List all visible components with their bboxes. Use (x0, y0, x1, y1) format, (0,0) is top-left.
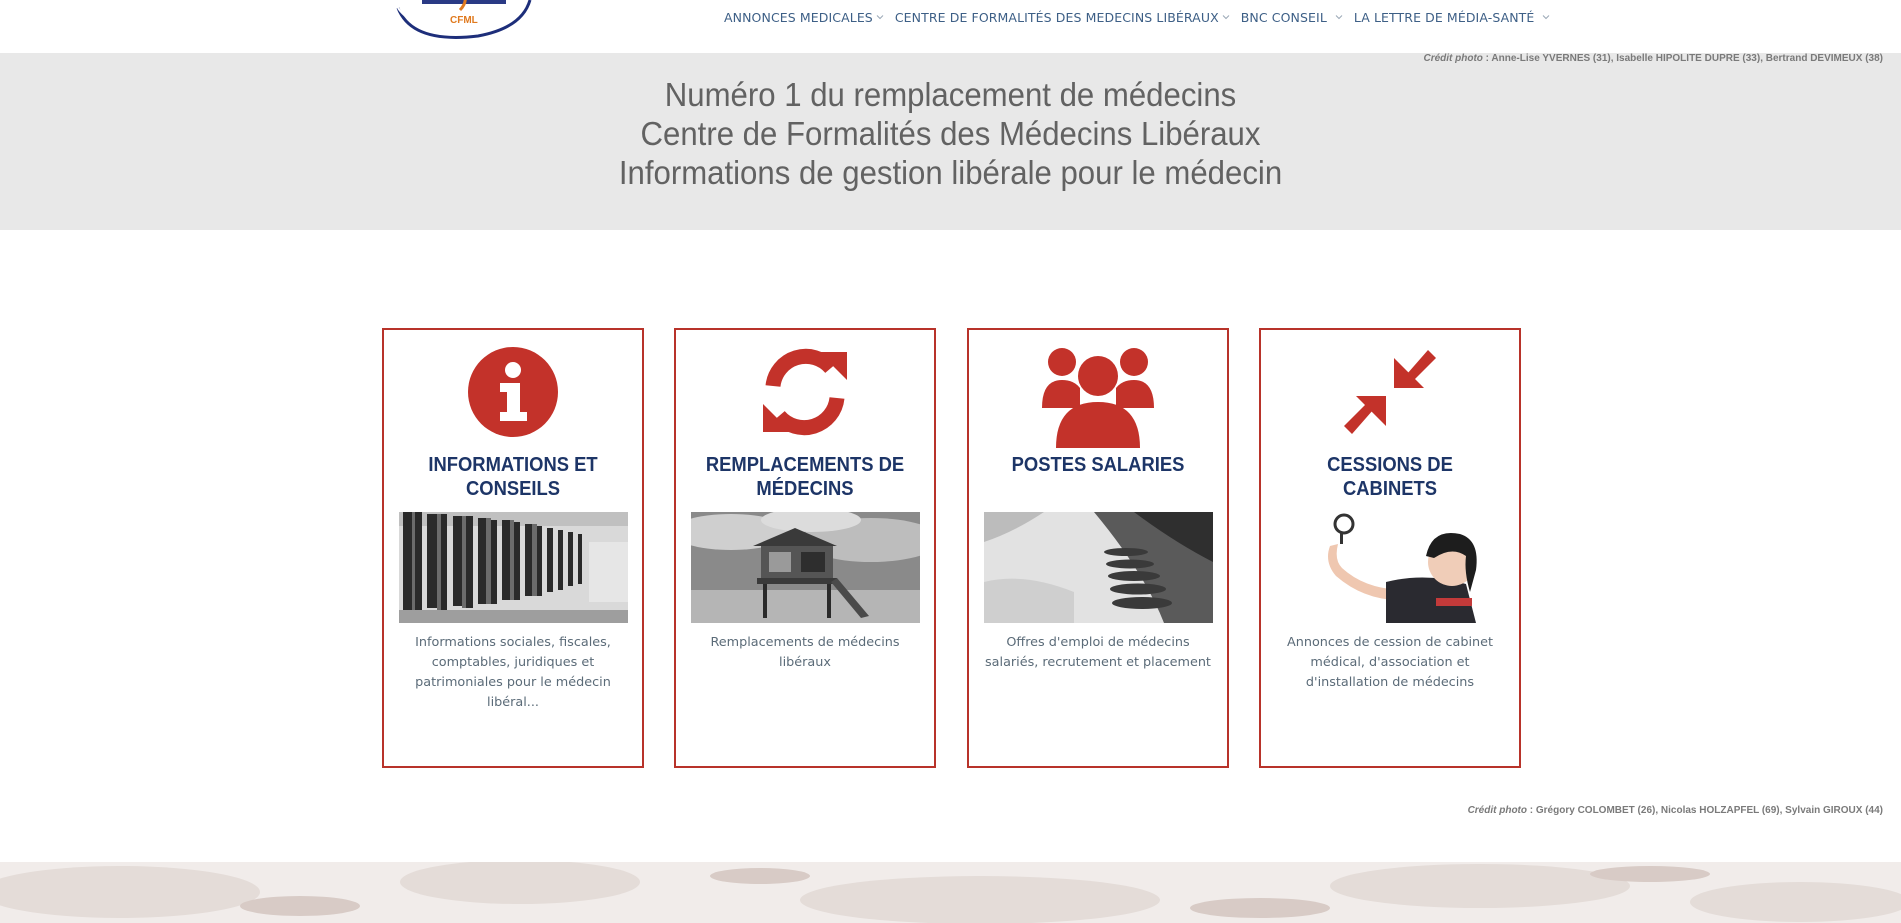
compress-arrows-icon (1261, 346, 1519, 446)
nav-bnc-conseil[interactable]: BNC CONSEIL (1241, 10, 1343, 25)
card-title[interactable]: REMPLACEMENTS DE MÉDECINS (696, 453, 915, 501)
chevron-down-icon (1542, 13, 1550, 21)
nav-annonces-medicales[interactable]: ANNONCES MEDICALES (724, 10, 884, 25)
info-icon (384, 346, 642, 446)
hero-line-1: Numéro 1 du remplacement de médecins (664, 77, 1237, 114)
hero-headline: Numéro 1 du remplacement de médecins Cen… (0, 76, 1901, 193)
hero-photo-credit: Crédit photo : Anne-Lise YVERNES (31), I… (1423, 53, 1883, 64)
card-description: Annonces de cession de cabinet médical, … (1286, 635, 1494, 690)
nav-label: ANNONCES MEDICALES (724, 10, 873, 25)
card-description: Informations sociales, fiscales, comptab… (415, 635, 611, 710)
main-nav: ANNONCES MEDICALES CENTRE DE FORMALITÉS … (724, 10, 1561, 25)
credit-text: : Grégory COLOMBET (26), Nicolas HOLZAPF… (1527, 805, 1883, 816)
users-icon (969, 346, 1227, 448)
chevron-down-icon (876, 13, 884, 21)
card-postes-salaries[interactable]: POSTES SALARIES Offres d'emploi de médec… (967, 328, 1229, 768)
card-description: Offres d'emploi de médecins salariés, re… (985, 635, 1211, 670)
hero-banner: Crédit photo : Anne-Lise YVERNES (31), I… (0, 53, 1901, 230)
chevron-down-icon (1222, 13, 1230, 21)
nav-lettre-media-sante[interactable]: LA LETTRE DE MÉDIA-SANTÉ (1354, 10, 1551, 25)
site-header: CFML ANNONCES MEDICALES CENTRE DE FORMAL… (0, 0, 1901, 53)
credit-text: : Anne-Lise YVERNES (31), Isabelle HIPOL… (1482, 53, 1883, 64)
logo-text: CFML (450, 15, 478, 26)
lifeguard-tower-photo[interactable] (691, 512, 920, 623)
refresh-icon (676, 346, 934, 446)
boats-river-photo[interactable] (984, 512, 1213, 623)
archive-shelves-photo[interactable] (399, 512, 628, 623)
card-remplacements-medecins[interactable]: REMPLACEMENTS DE MÉDECINS Remplacements … (674, 328, 936, 768)
card-title[interactable]: INFORMATIONS ET CONSEILS (404, 453, 623, 501)
footer-background-image (0, 862, 1901, 923)
feature-cards: INFORMATIONS ET CONSEILS Informations so… (382, 328, 1522, 768)
card-description: Remplacements de médecins libéraux (710, 635, 900, 670)
chevron-down-icon (1335, 13, 1343, 21)
hero-line-2: Centre de Formalités des Médecins Libéra… (640, 116, 1261, 153)
hero-line-3: Informations de gestion libérale pour le… (618, 155, 1283, 192)
card-title[interactable]: POSTES SALARIES (989, 453, 1208, 477)
nav-centre-formalites[interactable]: CENTRE DE FORMALITÉS DES MEDECINS LIBÉRA… (895, 10, 1230, 25)
child-magnifier-photo[interactable] (1276, 512, 1505, 623)
credit-label: Crédit photo (1423, 53, 1483, 64)
card-cessions-cabinets[interactable]: CESSIONS DE CABINETS Annonces de cession… (1259, 328, 1521, 768)
bottom-photo-credit: Crédit photo : Grégory COLOMBET (26), Ni… (1468, 805, 1883, 816)
nav-label: LA LETTRE DE MÉDIA-SANTÉ (1353, 10, 1535, 25)
nav-label: CENTRE DE FORMALITÉS DES MEDECINS LIBÉRA… (894, 10, 1219, 25)
site-logo[interactable]: CFML (392, 0, 538, 48)
card-title[interactable]: CESSIONS DE CABINETS (1281, 453, 1500, 501)
credit-label: Crédit photo (1467, 805, 1527, 816)
nav-label: BNC CONSEIL (1240, 10, 1327, 25)
card-informations-conseils[interactable]: INFORMATIONS ET CONSEILS Informations so… (382, 328, 644, 768)
